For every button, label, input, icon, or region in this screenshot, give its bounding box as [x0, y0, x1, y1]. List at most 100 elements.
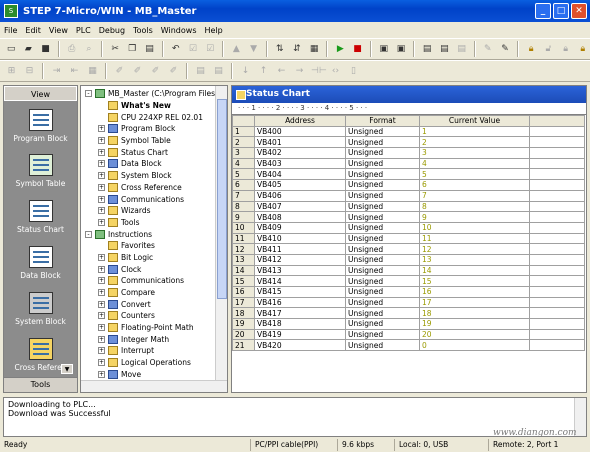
address-cell[interactable]: VB400: [254, 125, 346, 138]
format-cell[interactable]: Unsigned: [345, 189, 420, 202]
tree-item[interactable]: + Bit Logic: [85, 252, 227, 264]
table-row[interactable]: 14 VB413 Unsigned 14: [232, 264, 585, 277]
extra-cell[interactable]: [529, 125, 585, 138]
format-cell[interactable]: Unsigned: [345, 307, 420, 320]
table-row[interactable]: 9 VB408 Unsigned 9: [232, 211, 585, 223]
copy-icon[interactable]: ❐: [125, 42, 139, 57]
format-cell[interactable]: Unsigned: [345, 318, 420, 330]
format-column-header[interactable]: Format: [345, 115, 420, 127]
tree-item[interactable]: + Interrupt: [85, 345, 227, 357]
extra-cell[interactable]: [529, 179, 585, 191]
extra-cell[interactable]: [529, 328, 585, 341]
open-folder-icon[interactable]: ▰: [21, 42, 35, 57]
table-row[interactable]: 3 VB402 Unsigned 3: [232, 147, 585, 159]
extra-cell[interactable]: [529, 189, 585, 202]
current-value-cell[interactable]: 0: [419, 339, 530, 352]
address-cell[interactable]: VB418: [254, 318, 346, 330]
extra-cell[interactable]: [529, 275, 585, 287]
current-value-cell[interactable]: 3: [419, 147, 530, 159]
extra-cell[interactable]: [529, 147, 585, 159]
grid-icon[interactable]: ▦: [85, 64, 100, 79]
extra-cell[interactable]: [529, 136, 585, 149]
tree-horizontal-scrollbar[interactable]: [81, 380, 227, 392]
coil-icon[interactable]: ‹›: [328, 64, 343, 79]
extra-cell[interactable]: [529, 286, 585, 298]
undo-icon[interactable]: ↶: [169, 42, 183, 57]
format-cell[interactable]: Unsigned: [345, 221, 420, 234]
expand-icon[interactable]: +: [98, 218, 105, 226]
nav-cross-reference[interactable]: Cross Referen ▼: [4, 338, 77, 374]
format-cell[interactable]: Unsigned: [345, 253, 420, 266]
symbol-info-icon[interactable]: ▤: [211, 64, 226, 79]
current-value-cell[interactable]: 7: [419, 189, 530, 202]
new-file-icon[interactable]: ▭: [4, 42, 18, 57]
line-up-icon[interactable]: ↑: [256, 64, 271, 79]
minimize-button[interactable]: _: [535, 3, 551, 19]
stop-icon[interactable]: ■: [350, 42, 364, 57]
table-row[interactable]: 5 VB404 Unsigned 5: [232, 168, 585, 181]
extra-cell[interactable]: [529, 221, 585, 234]
current-value-cell[interactable]: 8: [419, 200, 530, 213]
expand-icon[interactable]: +: [98, 207, 105, 215]
current-value-column-header[interactable]: Current Value: [419, 115, 530, 127]
table-row[interactable]: 1 VB400 Unsigned 1: [232, 125, 585, 138]
cut-icon[interactable]: ✂: [108, 42, 122, 57]
extra-cell[interactable]: [529, 232, 585, 245]
table-row[interactable]: 7 VB406 Unsigned 7: [232, 189, 585, 202]
table-row[interactable]: 16 VB415 Unsigned 16: [232, 286, 585, 298]
extra-cell[interactable]: [529, 168, 585, 181]
tree-vertical-scrollbar[interactable]: [215, 86, 227, 392]
print-preview-icon[interactable]: ⌕: [82, 42, 96, 57]
options-icon[interactable]: ▦: [307, 42, 321, 57]
address-cell[interactable]: VB416: [254, 296, 346, 309]
menu-file[interactable]: File: [4, 26, 17, 35]
current-value-cell[interactable]: 11: [419, 232, 530, 245]
format-cell[interactable]: Unsigned: [345, 200, 420, 213]
tree-item[interactable]: + Status Chart: [85, 146, 227, 158]
toggle-bookmark-icon[interactable]: ✐: [112, 64, 127, 79]
lock-icon[interactable]: 🔒︎: [524, 42, 538, 57]
prev-bookmark-icon[interactable]: ✐: [148, 64, 163, 79]
chart-status-icon[interactable]: ▣: [394, 42, 408, 57]
expand-icon[interactable]: +: [98, 253, 105, 261]
address-cell[interactable]: VB406: [254, 189, 346, 202]
current-value-cell[interactable]: 2: [419, 136, 530, 149]
extra-cell[interactable]: [529, 264, 585, 277]
expand-icon[interactable]: +: [98, 289, 105, 297]
table-row[interactable]: 11 VB410 Unsigned 11: [232, 232, 585, 245]
extra-cell[interactable]: [529, 200, 585, 213]
tree-item[interactable]: + Tools: [85, 217, 227, 229]
extra-cell[interactable]: [529, 243, 585, 255]
current-value-cell[interactable]: 5: [419, 168, 530, 181]
indent-icon[interactable]: ⇥: [49, 64, 64, 79]
table-row[interactable]: 10 VB409 Unsigned 10: [232, 221, 585, 234]
format-cell[interactable]: Unsigned: [345, 328, 420, 341]
upload-icon[interactable]: ▲: [229, 42, 243, 57]
tree-item[interactable]: Favorites: [85, 240, 227, 252]
current-value-cell[interactable]: 13: [419, 253, 530, 266]
table-row[interactable]: 15 VB414 Unsigned 15: [232, 275, 585, 287]
contact-icon[interactable]: ⊣⊢: [310, 64, 327, 79]
tree-item[interactable]: + Communications: [85, 193, 227, 205]
line-down-icon[interactable]: ↓: [238, 64, 253, 79]
collapse-icon[interactable]: -: [85, 90, 92, 98]
current-value-cell[interactable]: 4: [419, 157, 530, 170]
write-all-icon[interactable]: ▤: [437, 42, 451, 57]
menu-windows[interactable]: Windows: [161, 26, 197, 35]
tree-item[interactable]: - Instructions: [85, 228, 227, 240]
current-value-cell[interactable]: 18: [419, 307, 530, 320]
current-value-cell[interactable]: 1: [419, 125, 530, 138]
format-cell[interactable]: Unsigned: [345, 286, 420, 298]
current-value-cell[interactable]: 20: [419, 328, 530, 341]
menu-plc[interactable]: PLC: [76, 26, 91, 35]
expand-icon[interactable]: +: [98, 125, 105, 133]
extra-cell[interactable]: [529, 253, 585, 266]
maximize-button[interactable]: □: [553, 3, 569, 19]
current-value-cell[interactable]: 17: [419, 296, 530, 309]
program-status-icon[interactable]: ▣: [377, 42, 391, 57]
nav-program-block[interactable]: Program Block: [4, 109, 77, 143]
expand-icon[interactable]: +: [98, 277, 105, 285]
sort-ascending-icon[interactable]: ⇅: [273, 42, 287, 57]
table-row[interactable]: 8 VB407 Unsigned 8: [232, 200, 585, 213]
format-cell[interactable]: Unsigned: [345, 296, 420, 309]
